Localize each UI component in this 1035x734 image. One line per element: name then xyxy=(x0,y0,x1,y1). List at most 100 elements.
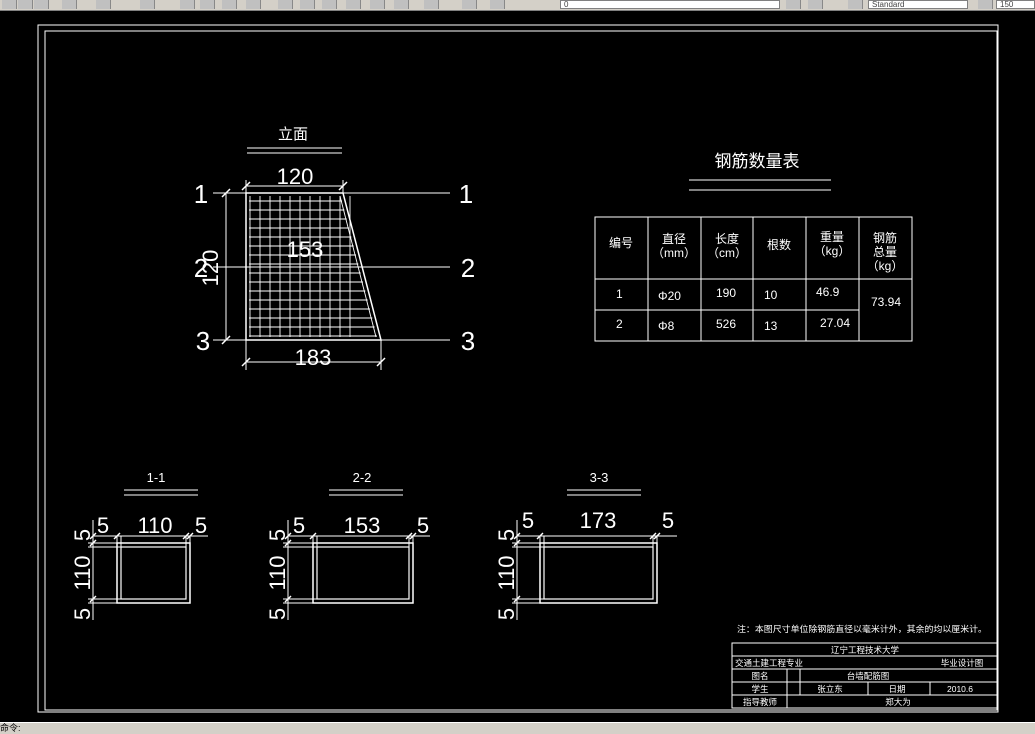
dim-top: 5 xyxy=(70,529,95,541)
redo-icon[interactable] xyxy=(140,0,155,9)
calculator-icon[interactable] xyxy=(394,0,409,9)
dim-bottom: 5 xyxy=(265,608,290,620)
header-line: 重量 xyxy=(820,230,844,244)
row2-count: 13 xyxy=(764,319,778,333)
dim-left: 5 xyxy=(522,508,534,533)
section-mark-3-right: 3 xyxy=(461,326,475,356)
layer-manager-icon[interactable] xyxy=(462,0,477,9)
header-line: 总量 xyxy=(873,245,897,259)
tb-drawing-name-label: 图名 xyxy=(751,671,768,681)
sheet-set-icon[interactable] xyxy=(346,0,361,9)
dim-left: 5 xyxy=(97,513,109,538)
section-2-2: 2-2 5 153 5 5 110 5 xyxy=(265,470,430,620)
dim-width: 153 xyxy=(344,513,381,538)
dim-width: 173 xyxy=(580,508,617,533)
section-1-1: 1-1 5 110 5 5 110 5 xyxy=(70,470,208,620)
row1-count: 10 xyxy=(764,288,778,302)
dim-right: 5 xyxy=(195,513,207,538)
dim-height: 110 xyxy=(265,555,290,590)
elevation-title: 立面 xyxy=(278,125,308,143)
command-prompt: 命令: xyxy=(0,723,21,733)
dim-bottom: 5 xyxy=(494,608,519,620)
pan-icon[interactable] xyxy=(180,0,195,9)
dim-right: 5 xyxy=(417,513,429,538)
inner-frame xyxy=(44,30,998,711)
undo-icon[interactable] xyxy=(96,0,111,9)
dim-top: 5 xyxy=(494,529,519,541)
dim-height: 110 xyxy=(494,555,519,590)
tb-date-label: 日期 xyxy=(888,684,905,694)
section-title: 2-2 xyxy=(353,470,372,485)
text-style-icon[interactable] xyxy=(848,0,863,9)
title-block: 辽宁工程技术大学 交通土建工程专业 毕业设计图 图名 台墙配筋图 学生 张立东 … xyxy=(731,642,998,709)
drawing-canvas[interactable]: 立面 1 1 2 2 3 3 120 153 183 120 钢筋数量表 编号 … xyxy=(0,11,1035,722)
zoom-window-icon[interactable] xyxy=(222,0,237,9)
header-line: 直径 xyxy=(662,232,686,246)
tb-university: 辽宁工程技术大学 xyxy=(831,645,900,655)
text-style-select[interactable]: Standard xyxy=(868,0,968,9)
top-width-dim: 120 xyxy=(277,164,314,189)
row1-len: 190 xyxy=(716,286,736,300)
dim-style-icon[interactable] xyxy=(978,0,993,9)
dim-style-select[interactable]: 150 xyxy=(996,0,1035,9)
section-3-3: 3-3 5 173 5 5 110 5 xyxy=(494,470,677,620)
drawing-note: 注：本图尺寸单位除钢筋直径以毫米计外，其余的均以厘米计。 xyxy=(737,624,987,635)
zoom-previous-icon[interactable] xyxy=(246,0,261,9)
tb-teacher: 郑大为 xyxy=(885,697,911,707)
tb-student: 张立东 xyxy=(817,684,843,694)
mid-width-dim: 153 xyxy=(287,237,324,262)
zoom-realtime-icon[interactable] xyxy=(200,0,215,9)
help-icon[interactable] xyxy=(424,0,439,9)
design-center-icon[interactable] xyxy=(300,0,315,9)
rebar-table: 钢筋数量表 编号 直径（mm） 长度（cm） 根数 重量（kg） 钢筋总量（kg… xyxy=(594,152,913,342)
row2-no: 2 xyxy=(616,317,623,331)
tb-teacher-label: 指导教师 xyxy=(743,697,778,707)
header-diameter: 直径（mm） xyxy=(652,232,696,260)
header-count: 根数 xyxy=(767,237,791,252)
total-weight: 73.94 xyxy=(871,295,901,309)
header-length: 长度（cm） xyxy=(707,231,747,260)
tb-drawing-name: 台墙配筋图 xyxy=(847,671,890,681)
row1-weight: 46.9 xyxy=(816,285,840,299)
header-line: （kg） xyxy=(814,244,851,258)
elevation-view: 立面 1 1 2 2 3 3 120 153 183 120 xyxy=(194,125,475,370)
header-no: 编号 xyxy=(609,235,633,250)
layer-state-icon[interactable] xyxy=(490,0,505,9)
dim-right: 5 xyxy=(662,508,674,533)
section-mark-1-right: 1 xyxy=(459,179,473,209)
dim-width: 110 xyxy=(137,513,172,538)
height-dim: 120 xyxy=(198,250,223,287)
dim-bottom: 5 xyxy=(70,608,95,620)
new-icon[interactable] xyxy=(2,0,17,9)
bottom-width-dim: 183 xyxy=(295,345,332,370)
tool-palettes-icon[interactable] xyxy=(322,0,337,9)
section-title: 3-3 xyxy=(590,470,609,485)
dim-left: 5 xyxy=(293,513,305,538)
dim-top: 5 xyxy=(265,529,290,541)
tb-design-type: 毕业设计图 xyxy=(941,658,984,668)
layer-select[interactable]: 0 xyxy=(560,0,780,9)
make-current-layer-icon[interactable] xyxy=(786,0,801,9)
properties-icon[interactable] xyxy=(278,0,293,9)
header-total: 钢筋总量（kg） xyxy=(867,230,904,273)
tb-major: 交通土建工程专业 xyxy=(735,658,803,668)
command-line[interactable]: 命令: xyxy=(0,722,1035,734)
dim-height: 110 xyxy=(70,555,95,590)
tb-student-label: 学生 xyxy=(751,684,769,694)
row1-no: 1 xyxy=(616,287,623,301)
header-line: 钢筋 xyxy=(873,230,897,245)
section-mark-1-left: 1 xyxy=(194,179,208,209)
markup-icon[interactable] xyxy=(370,0,385,9)
tb-date: 2010.6 xyxy=(947,684,973,694)
header-line: 长度 xyxy=(715,231,739,246)
table-title: 钢筋数量表 xyxy=(715,152,800,172)
match-properties-icon[interactable] xyxy=(62,0,77,9)
header-line: （cm） xyxy=(707,246,747,260)
row2-weight: 27.04 xyxy=(820,316,850,330)
open-icon[interactable] xyxy=(18,0,33,9)
header-line: （mm） xyxy=(652,246,696,260)
layer-previous-icon[interactable] xyxy=(808,0,823,9)
save-icon[interactable] xyxy=(34,0,49,9)
section-mark-2-right: 2 xyxy=(461,253,475,283)
row2-len: 526 xyxy=(716,317,736,331)
